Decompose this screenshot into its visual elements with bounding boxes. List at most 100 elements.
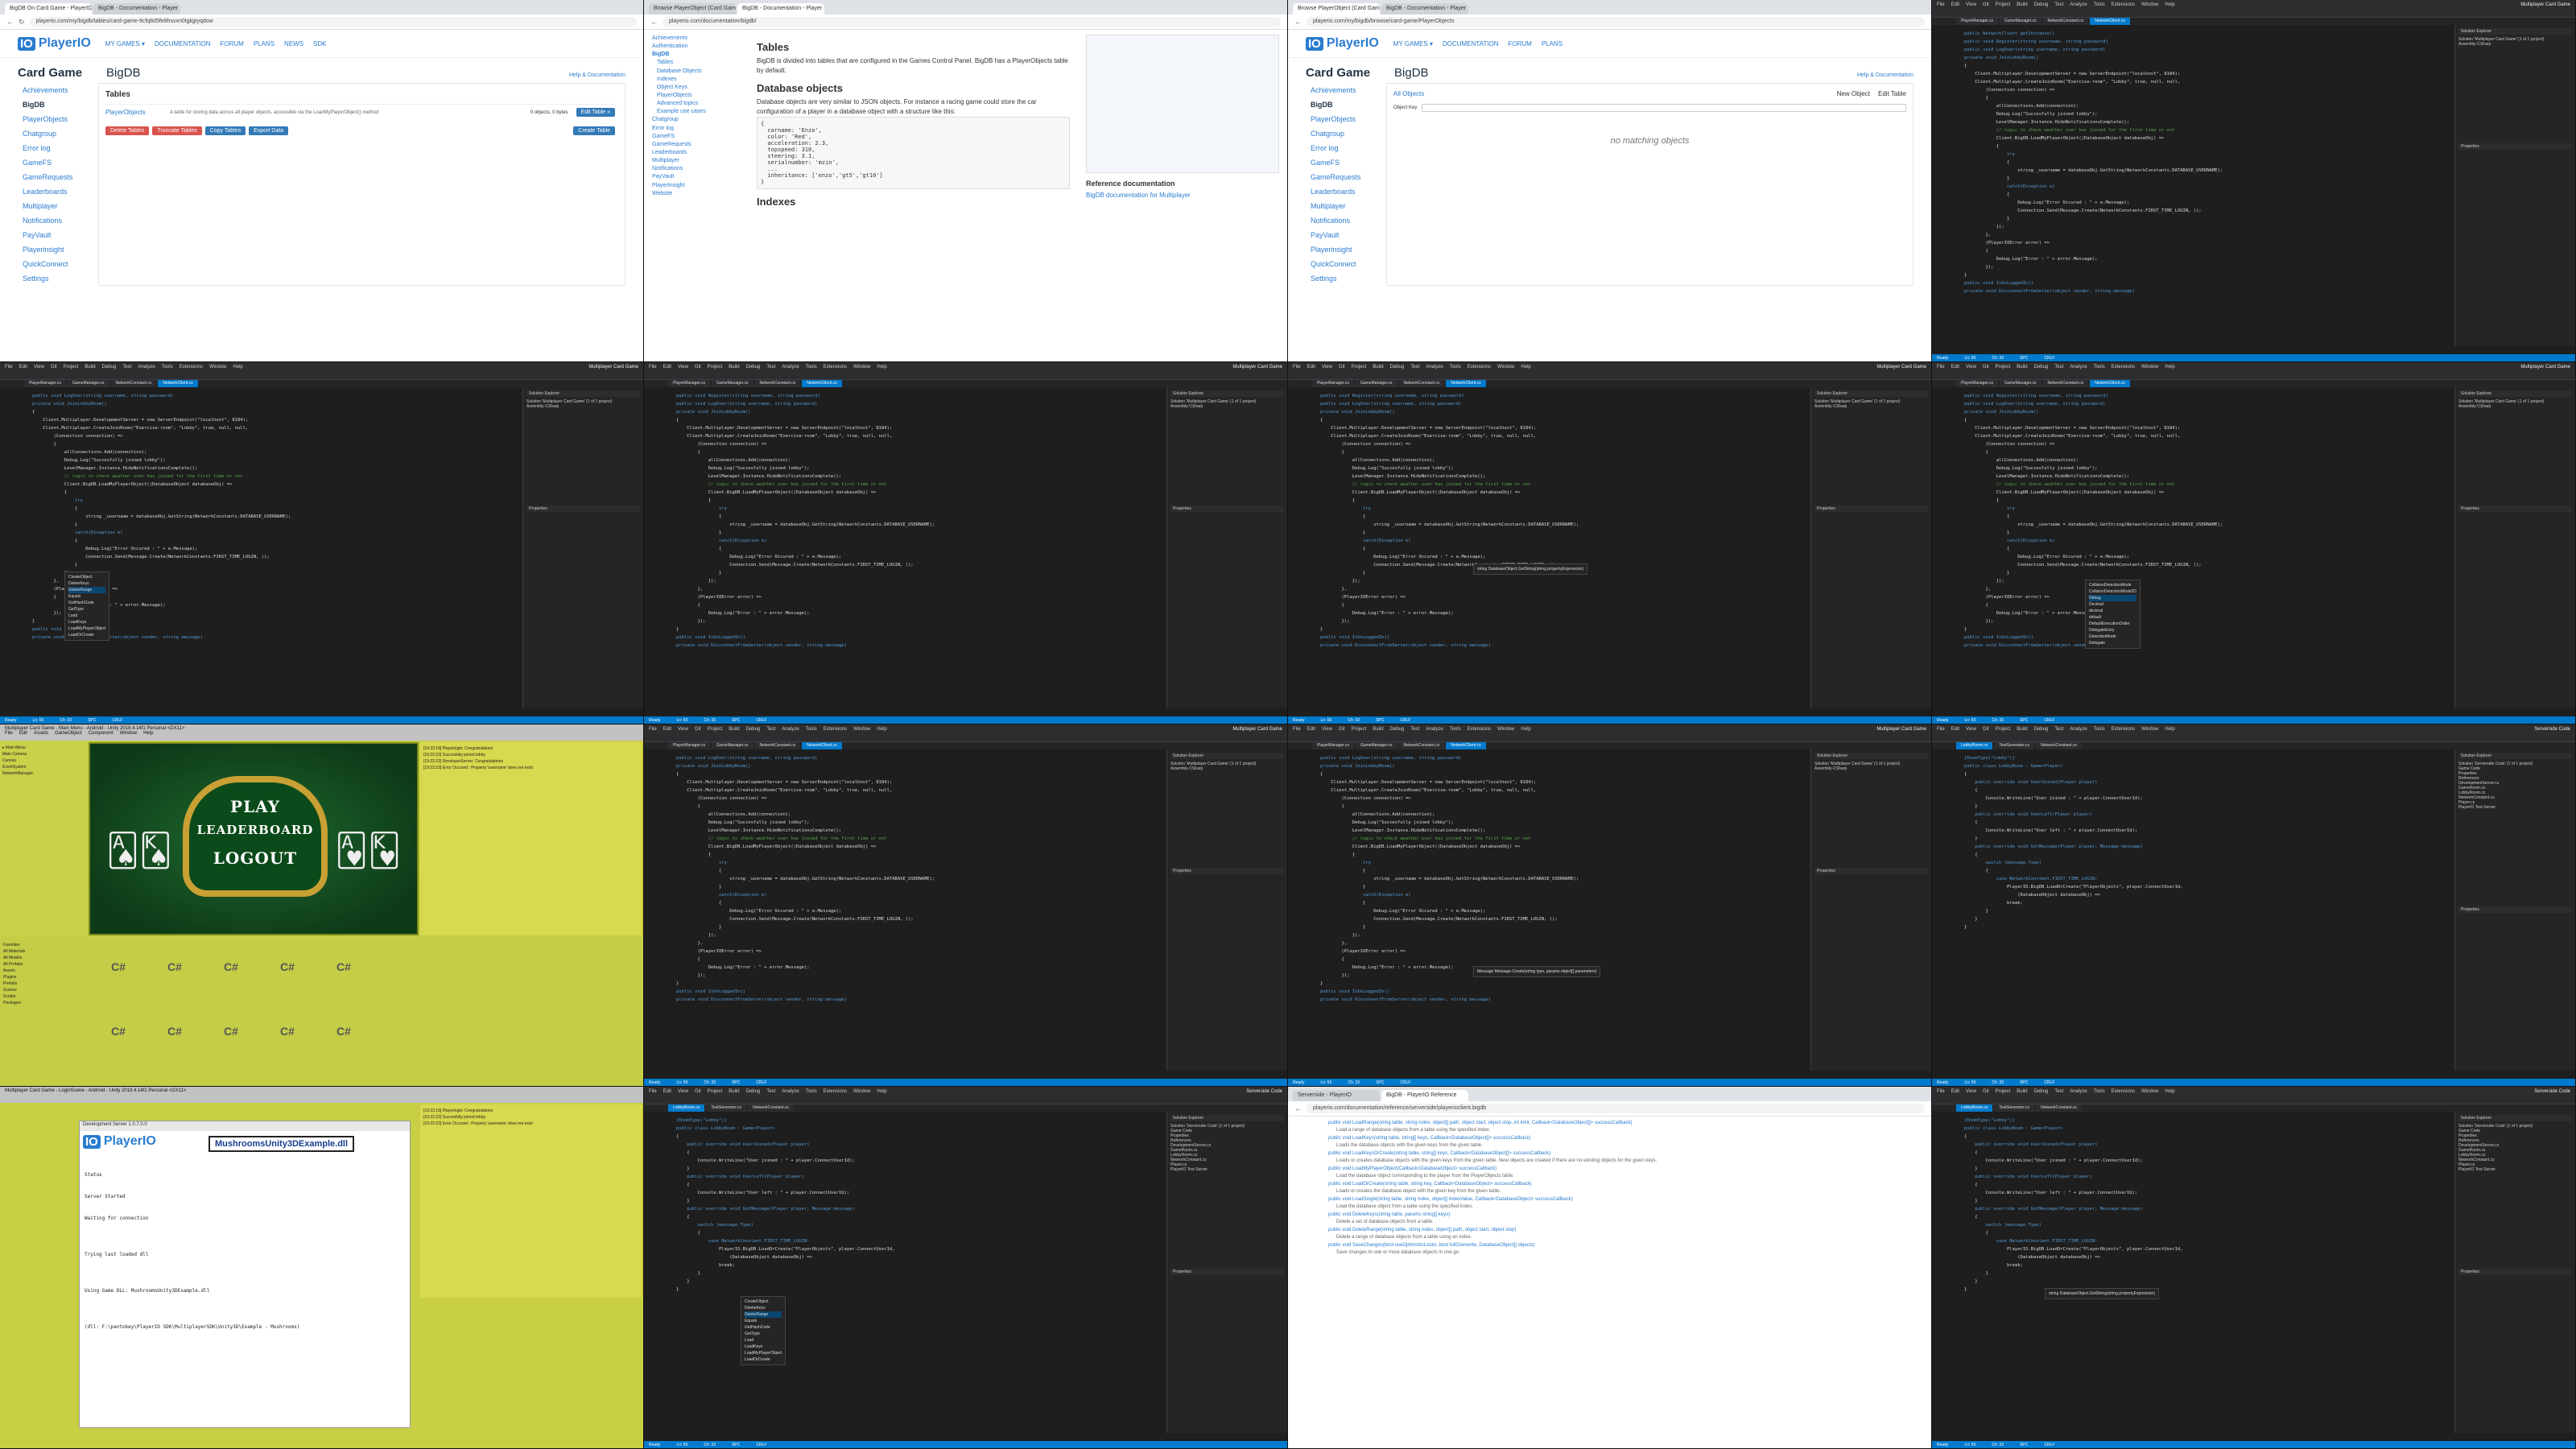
docs-nav-item[interactable]: Object Keys [652,84,741,92]
editor-tab[interactable]: NetworkClient.cs [1446,380,1486,387]
vs-menu-item[interactable]: Test [1410,727,1419,732]
script-asset[interactable]: C# [274,1018,301,1045]
back-icon[interactable]: ← [1294,18,1302,26]
editor-tab[interactable]: NetworkClient.cs [802,380,842,387]
sidebar-item[interactable]: Notifications [18,213,98,228]
tree-item[interactable]: Packages [3,1000,25,1006]
vs-menu-item[interactable]: Help [877,365,886,369]
playerio-logo[interactable]: IO PlayerIO [1306,36,1379,51]
reload-icon[interactable]: ↻ [19,18,25,27]
docs-nav-item[interactable]: Authentication [652,43,741,51]
completion-item[interactable]: LoadOrCreate [745,1356,782,1363]
vs-menu-item[interactable]: Build [2017,365,2027,369]
vs-menu-item[interactable]: Git [695,1089,701,1094]
sidebar-item[interactable]: Settings [18,271,98,286]
all-objects-link[interactable]: All Objects [1393,90,1424,97]
completion-item[interactable]: GetHashCode [745,1324,782,1331]
help-link[interactable]: Help & Documentation [569,72,625,78]
editor-tab[interactable]: GameManager.cs [2000,18,2041,25]
edit-table-button[interactable]: Edit Table [1878,90,1906,97]
sidebar-item[interactable]: PayVault [18,228,98,242]
completion-item[interactable]: CollisionDetectionMode [2089,582,2136,588]
editor-tab[interactable]: NetworkClient.cs [2090,18,2130,25]
code-editor[interactable]: public void LogUser(string username, str… [1288,749,1810,1071]
vs-menu-item[interactable]: File [1937,1089,1945,1094]
completion-item[interactable]: LoadMyPlayerObject [745,1350,782,1356]
vs-menu-item[interactable]: Edit [663,727,671,732]
back-icon[interactable]: ← [6,18,14,26]
vs-menu-item[interactable]: Project [708,727,723,732]
vs-menu-item[interactable]: View [678,1089,688,1094]
vs-menu-item[interactable]: Edit [1307,365,1315,369]
api-method-signature[interactable]: public void SaveChanges(bool useOptimist… [1328,1242,1891,1249]
copy-tables-button[interactable]: Copy Tables [204,126,246,135]
sidebar-item[interactable]: Achievements [18,83,98,97]
vs-menu-item[interactable]: Git [51,365,57,369]
vs-menu-item[interactable]: Analyze [2070,365,2087,369]
vs-menu-item[interactable]: File [5,365,13,369]
editor-tab[interactable]: PlayerManager.cs [1312,380,1355,387]
vs-menu-item[interactable]: Project [708,1089,723,1094]
vs-menu-item[interactable]: View [1966,1089,1976,1094]
solution-item[interactable]: Assembly-CSharp [1170,404,1284,409]
vs-menu-item[interactable]: Test [2054,1089,2063,1094]
docs-nav-item[interactable]: Notifications [652,165,741,173]
completion-item[interactable]: DelegateEntry [2089,627,2136,634]
completion-item[interactable]: DefaultExecutionOrder [2089,621,2136,627]
back-icon[interactable]: ← [1294,1104,1302,1113]
tree-item[interactable]: Favorites [3,942,25,948]
vs-menu-item[interactable]: Build [729,727,739,732]
vs-menu-item[interactable]: File [1293,727,1301,732]
sidebar-item[interactable]: Settings [1306,271,1386,286]
vs-menu-item[interactable]: Window [1497,727,1514,732]
solution-item[interactable]: Assembly-CSharp [1814,766,1928,771]
docs-nav-item[interactable]: PlayerObjects [652,92,741,100]
vs-menu-item[interactable]: Git [695,727,701,732]
tree-item[interactable]: All Prefabs [3,961,25,968]
vs-menu-item[interactable]: Git [695,365,701,369]
vs-menu-item[interactable]: Analyze [138,365,155,369]
unity-menu-item[interactable]: Window [120,731,137,736]
vs-menu-item[interactable]: Edit [1951,727,1959,732]
solution-item[interactable]: Assembly-CSharp [2458,404,2572,409]
editor-tab[interactable]: NetworkConstant.cs [748,1104,794,1112]
vs-menu-item[interactable]: Test [766,727,775,732]
solution-item[interactable]: Assembly-CSharp [1814,404,1928,409]
sidebar-item[interactable]: Error log [18,141,98,155]
vs-menu-item[interactable]: Tools [162,365,173,369]
menu-item[interactable]: FORUM [220,40,243,47]
vs-menu-item[interactable]: Analyze [1426,727,1443,732]
vs-menu-item[interactable]: File [1293,365,1301,369]
menu-item[interactable]: DOCUMENTATION [155,40,210,47]
vs-menu-item[interactable]: Tools [806,365,817,369]
completion-item[interactable]: GetHashCode [68,600,105,606]
vs-menu-item[interactable]: Build [85,365,95,369]
editor-tab[interactable]: NetworkConstant.cs [2036,1104,2082,1112]
completion-item[interactable]: default [2089,614,2136,621]
sidebar-item-bigdb[interactable]: BigDB [18,97,98,112]
editor-tab[interactable]: NetworkConstant.cs [2042,380,2089,387]
sidebar-item[interactable]: GameRequests [1306,170,1386,184]
vs-menu-item[interactable]: Edit [1951,365,1959,369]
vs-menu-item[interactable]: View [678,727,688,732]
play-button[interactable]: PLAY [189,797,321,816]
new-object-button[interactable]: New Object [1837,90,1870,97]
vs-menu-item[interactable]: View [1322,727,1332,732]
vs-menu-item[interactable]: Tools [2094,727,2105,732]
vs-menu-item[interactable]: Help [233,365,242,369]
sidebar-item-bigdb[interactable]: BigDB [1306,97,1386,112]
editor-tab[interactable]: GameManager.cs [712,380,753,387]
vs-menu-item[interactable]: Extensions [2112,727,2135,732]
completion-item[interactable]: DeleteRange [745,1311,782,1318]
vs-menu-item[interactable]: View [1966,727,1976,732]
api-method-signature[interactable]: public void LoadOrCreate(string table, s… [1328,1181,1891,1188]
console-line[interactable]: [19:22:18] Playerlogin: Congratulations [423,745,638,752]
docs-nav-item[interactable]: Error log [652,125,741,133]
completion-item[interactable]: Equals [68,593,105,600]
browser-tab[interactable]: BigDB - PlayerIO Reference [1381,1090,1468,1101]
editor-tab[interactable]: PlayerManager.cs [668,380,711,387]
vs-menu-item[interactable]: Tools [1450,365,1461,369]
solution-item[interactable]: Assembly-CSharp [1170,766,1284,771]
vs-menu-item[interactable]: Tools [2094,1089,2105,1094]
completion-item[interactable]: CreateObject [745,1298,782,1305]
